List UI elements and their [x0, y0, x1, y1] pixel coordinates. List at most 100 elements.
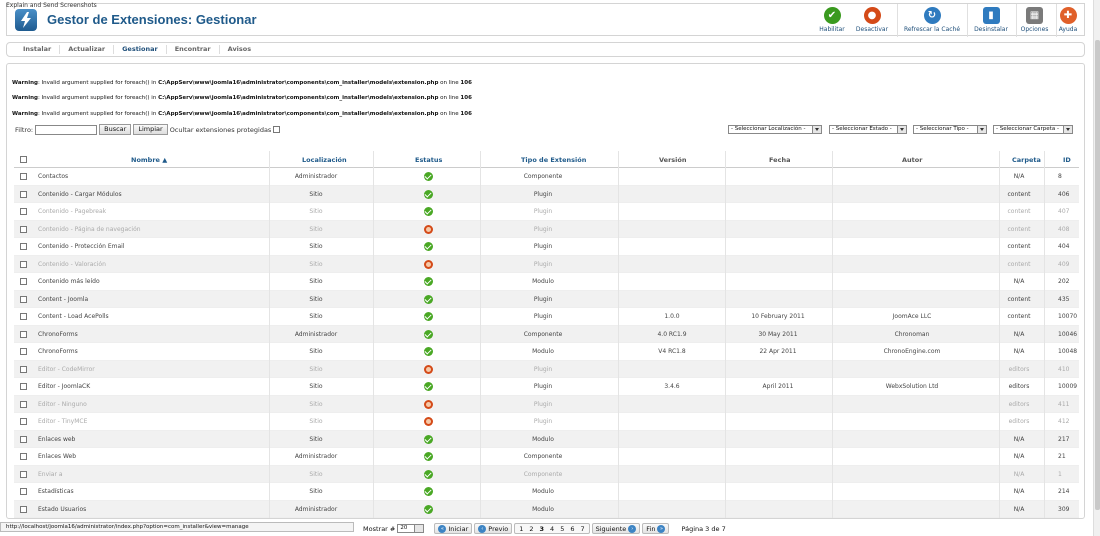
tab-instalar[interactable]: Instalar [15, 45, 61, 54]
clear-button[interactable]: Limpiar [133, 124, 168, 135]
col-name-header[interactable]: Nombre ▲ [131, 156, 167, 164]
cell-id: 412 [1058, 418, 1070, 425]
tab-gestionar[interactable]: Gestionar [114, 45, 167, 54]
row-checkbox[interactable] [20, 190, 27, 198]
select-type[interactable]: - Seleccionar Tipo - [913, 125, 987, 134]
row-checkbox[interactable] [20, 365, 27, 373]
disabled-status-icon[interactable] [424, 399, 433, 409]
row-checkbox[interactable] [20, 243, 27, 250]
disabled-status-icon[interactable] [424, 417, 433, 426]
enabled-status-icon[interactable] [424, 382, 433, 391]
cell-name: Contenido - Pagebreak [38, 208, 107, 215]
limit-select[interactable]: 20 [397, 524, 425, 533]
warning-prefix: Warning [12, 80, 38, 86]
cell-location: Sitio [309, 435, 323, 443]
col-status-header[interactable]: Estatus [415, 156, 442, 164]
enabled-status-icon[interactable] [424, 172, 433, 181]
row-checkbox[interactable] [20, 453, 27, 460]
select-state[interactable]: - Seleccionar Estado - [829, 125, 907, 134]
column-divider [373, 151, 374, 518]
toolbar-divider [897, 4, 898, 37]
disable-button[interactable]: ● Desactivar [852, 4, 892, 37]
col-id-header[interactable]: ID [1063, 156, 1071, 164]
enabled-status-icon[interactable] [424, 294, 433, 304]
row-checkbox[interactable] [20, 383, 27, 390]
enabled-status-icon[interactable] [424, 312, 433, 321]
row-checkbox[interactable] [20, 488, 27, 495]
enabled-status-icon[interactable] [424, 242, 433, 251]
enabled-status-icon[interactable] [424, 347, 433, 356]
row-checkbox[interactable] [20, 470, 27, 478]
page-number[interactable]: 6 [568, 525, 576, 533]
disabled-status-icon[interactable] [424, 259, 433, 269]
cell-location: Sitio [309, 383, 323, 390]
page-number[interactable]: 3 [538, 525, 547, 533]
enabled-status-icon[interactable] [424, 452, 433, 461]
help-button[interactable]: ✚ Ayuda [1058, 4, 1078, 37]
start-button[interactable]: «Iniciar [434, 523, 473, 534]
tab-avisos[interactable]: Avisos [220, 45, 259, 54]
row-checkbox[interactable] [20, 173, 27, 180]
page-number[interactable]: 1 [517, 525, 525, 533]
col-folder-header[interactable]: Carpeta [1012, 156, 1041, 164]
row-checkbox[interactable] [20, 505, 27, 513]
options-button[interactable]: ▦ Opciones [1018, 4, 1051, 37]
scrollbar-thumb[interactable] [1095, 40, 1100, 510]
page-number[interactable]: 4 [548, 525, 556, 533]
refresh-button[interactable]: ↻ Refrescar la Caché [903, 4, 961, 37]
filter-input[interactable] [35, 124, 98, 135]
disabled-status-icon[interactable] [424, 364, 433, 374]
row-checkbox[interactable] [20, 330, 27, 338]
cell-location: Sitio [309, 260, 323, 268]
row-checkbox[interactable] [20, 260, 27, 268]
refresh-label: Refrescar la Caché [903, 26, 961, 33]
row-checkbox[interactable] [20, 295, 27, 303]
cell-location: Sitio [309, 348, 323, 355]
cell-id: 10009 [1058, 383, 1078, 390]
enabled-status-icon[interactable] [424, 329, 433, 339]
col-type-header[interactable]: Tipo de Extensión [521, 156, 586, 164]
disabled-status-icon[interactable] [424, 224, 433, 234]
column-divider [1044, 151, 1045, 518]
tab-encontrar[interactable]: Encontrar [167, 45, 220, 54]
hide-protected-checkbox[interactable] [273, 126, 281, 133]
page-number[interactable]: 7 [578, 525, 586, 533]
col-location-header[interactable]: Localización [302, 156, 347, 164]
enabled-status-icon[interactable] [424, 469, 433, 479]
row-checkbox[interactable] [20, 418, 27, 425]
cell-id: 309 [1058, 505, 1070, 513]
row-checkbox[interactable] [20, 348, 27, 355]
enabled-status-icon[interactable] [424, 207, 433, 216]
window-scrollbar[interactable] [1093, 0, 1100, 536]
prev-button[interactable]: ‹ Previo [474, 523, 513, 534]
uninstall-button[interactable]: ▮ Desinstalar [972, 4, 1010, 37]
row-checkbox[interactable] [20, 208, 27, 215]
row-checkbox[interactable] [20, 278, 27, 285]
cell-location: Administrador [294, 505, 338, 513]
cell-id: 10070 [1058, 313, 1078, 320]
tab-actualizar[interactable]: Actualizar [60, 45, 115, 54]
select-folder[interactable]: - Seleccionar Carpeta - [993, 125, 1073, 134]
row-checkbox[interactable] [20, 435, 27, 443]
enabled-status-icon[interactable] [424, 487, 433, 496]
search-button[interactable]: Buscar [99, 124, 132, 135]
next-button[interactable]: Siguiente › [591, 523, 641, 534]
end-button[interactable]: Fin» [642, 523, 670, 534]
page-number[interactable]: 2 [527, 525, 535, 533]
enable-button[interactable]: ✔ Habilitar [818, 4, 846, 37]
select-all-checkbox[interactable] [20, 156, 27, 163]
enabled-status-icon[interactable] [424, 434, 433, 444]
table-row: Content - Load AcePolls Sitio Plugin 1.0.0 1… [14, 308, 1079, 326]
row-checkbox[interactable] [20, 400, 27, 408]
row-checkbox[interactable] [20, 225, 27, 233]
cell-type: Plugin [533, 243, 553, 250]
row-checkbox[interactable] [20, 313, 27, 320]
select-location[interactable]: - Seleccionar Localización - [728, 125, 822, 134]
enabled-status-icon[interactable] [424, 189, 433, 199]
enabled-status-icon[interactable] [424, 277, 433, 286]
table-row: Contenido - Cargar Módulos Sitio Plugin con… [14, 185, 1079, 203]
enabled-status-icon[interactable] [424, 504, 433, 514]
cell-name: Contactos [38, 173, 69, 180]
page-number[interactable]: 5 [558, 525, 566, 533]
warning-mid: on line [438, 111, 461, 117]
